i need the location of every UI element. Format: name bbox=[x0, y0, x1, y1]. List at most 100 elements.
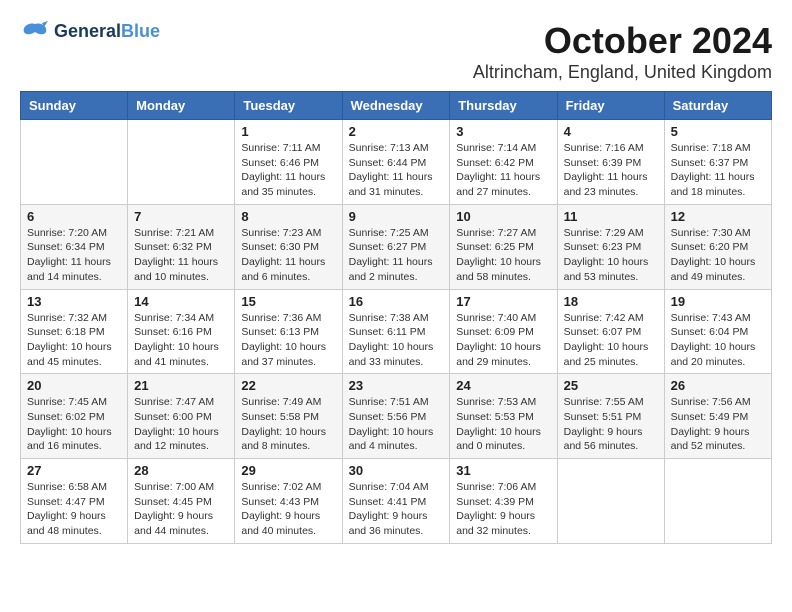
day-number: 3 bbox=[456, 124, 550, 139]
calendar-week-row: 27 Sunrise: 6:58 AM Sunset: 4:47 PM Dayli… bbox=[21, 459, 772, 544]
day-info: Sunrise: 7:56 AM Sunset: 5:49 PM Dayligh… bbox=[671, 395, 765, 454]
day-number: 4 bbox=[564, 124, 658, 139]
day-info: Sunrise: 7:51 AM Sunset: 5:56 PM Dayligh… bbox=[349, 395, 444, 454]
day-number: 19 bbox=[671, 294, 765, 309]
day-info: Sunrise: 7:11 AM Sunset: 6:46 PM Dayligh… bbox=[241, 141, 335, 200]
day-info: Sunrise: 7:55 AM Sunset: 5:51 PM Dayligh… bbox=[564, 395, 658, 454]
table-row: 28Sunrise: 7:00 AM Sunset: 4:45 PM Dayli… bbox=[128, 459, 235, 544]
day-info: Sunrise: 7:06 AM Sunset: 4:39 PM Dayligh… bbox=[456, 480, 550, 539]
calendar-week-row: 1 Sunrise: 7:11 AM Sunset: 6:46 PM Daylig… bbox=[21, 120, 772, 205]
day-info: Sunrise: 7:21 AM Sunset: 6:32 PM Dayligh… bbox=[134, 226, 228, 285]
title-section: October 2024 Altrincham, England, United… bbox=[473, 20, 772, 83]
day-number: 20 bbox=[27, 378, 121, 393]
col-header-sunday: Sunday bbox=[21, 92, 128, 120]
table-row: 27 Sunrise: 6:58 AM Sunset: 4:47 PM Dayli… bbox=[21, 459, 128, 544]
day-info: Sunrise: 6:58 AM Sunset: 4:47 PM Dayligh… bbox=[27, 480, 121, 539]
day-info: Sunrise: 7:20 AM Sunset: 6:34 PM Dayligh… bbox=[27, 226, 121, 285]
table-row: 21 Sunrise: 7:47 AM Sunset: 6:00 PM Dayli… bbox=[128, 374, 235, 459]
day-number: 15 bbox=[241, 294, 335, 309]
day-number: 1 bbox=[241, 124, 335, 139]
day-number: 24 bbox=[456, 378, 550, 393]
table-row: 4 Sunrise: 7:16 AM Sunset: 6:39 PM Daylig… bbox=[557, 120, 664, 205]
table-row: 31Sunrise: 7:06 AM Sunset: 4:39 PM Dayli… bbox=[450, 459, 557, 544]
location-title: Altrincham, England, United Kingdom bbox=[473, 62, 772, 83]
day-info: Sunrise: 7:13 AM Sunset: 6:44 PM Dayligh… bbox=[349, 141, 444, 200]
day-number: 9 bbox=[349, 209, 444, 224]
day-info: Sunrise: 7:32 AM Sunset: 6:18 PM Dayligh… bbox=[27, 311, 121, 370]
day-info: Sunrise: 7:42 AM Sunset: 6:07 PM Dayligh… bbox=[564, 311, 658, 370]
table-row: 19 Sunrise: 7:43 AM Sunset: 6:04 PM Dayli… bbox=[664, 289, 771, 374]
day-info: Sunrise: 7:04 AM Sunset: 4:41 PM Dayligh… bbox=[349, 480, 444, 539]
day-number: 6 bbox=[27, 209, 121, 224]
day-info: Sunrise: 7:38 AM Sunset: 6:11 PM Dayligh… bbox=[349, 311, 444, 370]
table-row: 26 Sunrise: 7:56 AM Sunset: 5:49 PM Dayli… bbox=[664, 374, 771, 459]
day-info: Sunrise: 7:29 AM Sunset: 6:23 PM Dayligh… bbox=[564, 226, 658, 285]
logo-bird-icon bbox=[20, 20, 50, 44]
day-info: Sunrise: 7:00 AM Sunset: 4:45 PM Dayligh… bbox=[134, 480, 228, 539]
table-row: 29 Sunrise: 7:02 AM Sunset: 4:43 PM Dayli… bbox=[235, 459, 342, 544]
col-header-wednesday: Wednesday bbox=[342, 92, 450, 120]
day-number: 26 bbox=[671, 378, 765, 393]
day-info: Sunrise: 7:18 AM Sunset: 6:37 PM Dayligh… bbox=[671, 141, 765, 200]
table-row: 17 Sunrise: 7:40 AM Sunset: 6:09 PM Dayli… bbox=[450, 289, 557, 374]
day-number: 22 bbox=[241, 378, 335, 393]
day-info: Sunrise: 7:45 AM Sunset: 6:02 PM Dayligh… bbox=[27, 395, 121, 454]
day-info: Sunrise: 7:40 AM Sunset: 6:09 PM Dayligh… bbox=[456, 311, 550, 370]
day-number: 21 bbox=[134, 378, 228, 393]
col-header-thursday: Thursday bbox=[450, 92, 557, 120]
day-info: Sunrise: 7:47 AM Sunset: 6:00 PM Dayligh… bbox=[134, 395, 228, 454]
table-row: 2 Sunrise: 7:13 AM Sunset: 6:44 PM Daylig… bbox=[342, 120, 450, 205]
table-row: 15 Sunrise: 7:36 AM Sunset: 6:13 PM Dayli… bbox=[235, 289, 342, 374]
day-number: 30 bbox=[349, 463, 444, 478]
day-info: Sunrise: 7:16 AM Sunset: 6:39 PM Dayligh… bbox=[564, 141, 658, 200]
header-row: Sunday Monday Tuesday Wednesday Thursday… bbox=[21, 92, 772, 120]
day-number: 2 bbox=[349, 124, 444, 139]
day-number: 25 bbox=[564, 378, 658, 393]
day-info: Sunrise: 7:43 AM Sunset: 6:04 PM Dayligh… bbox=[671, 311, 765, 370]
table-row: 25 Sunrise: 7:55 AM Sunset: 5:51 PM Dayli… bbox=[557, 374, 664, 459]
day-info: Sunrise: 7:34 AM Sunset: 6:16 PM Dayligh… bbox=[134, 311, 228, 370]
table-row: 1 Sunrise: 7:11 AM Sunset: 6:46 PM Daylig… bbox=[235, 120, 342, 205]
table-row bbox=[21, 120, 128, 205]
day-info: Sunrise: 7:30 AM Sunset: 6:20 PM Dayligh… bbox=[671, 226, 765, 285]
table-row: 12 Sunrise: 7:30 AM Sunset: 6:20 PM Dayli… bbox=[664, 204, 771, 289]
day-info: Sunrise: 7:02 AM Sunset: 4:43 PM Dayligh… bbox=[241, 480, 335, 539]
header: GeneralBlue October 2024 Altrincham, Eng… bbox=[20, 20, 772, 83]
day-info: Sunrise: 7:53 AM Sunset: 5:53 PM Dayligh… bbox=[456, 395, 550, 454]
calendar-table: Sunday Monday Tuesday Wednesday Thursday… bbox=[20, 91, 772, 544]
day-number: 17 bbox=[456, 294, 550, 309]
col-header-saturday: Saturday bbox=[664, 92, 771, 120]
day-info: Sunrise: 7:36 AM Sunset: 6:13 PM Dayligh… bbox=[241, 311, 335, 370]
table-row: 30 Sunrise: 7:04 AM Sunset: 4:41 PM Dayli… bbox=[342, 459, 450, 544]
table-row: 24 Sunrise: 7:53 AM Sunset: 5:53 PM Dayli… bbox=[450, 374, 557, 459]
day-info: Sunrise: 7:49 AM Sunset: 5:58 PM Dayligh… bbox=[241, 395, 335, 454]
calendar-week-row: 20 Sunrise: 7:45 AM Sunset: 6:02 PM Dayli… bbox=[21, 374, 772, 459]
table-row: 18 Sunrise: 7:42 AM Sunset: 6:07 PM Dayli… bbox=[557, 289, 664, 374]
day-number: 11 bbox=[564, 209, 658, 224]
month-title: October 2024 bbox=[473, 20, 772, 62]
col-header-friday: Friday bbox=[557, 92, 664, 120]
table-row: 3 Sunrise: 7:14 AM Sunset: 6:42 PM Daylig… bbox=[450, 120, 557, 205]
day-number: 29 bbox=[241, 463, 335, 478]
day-number: 10 bbox=[456, 209, 550, 224]
day-number: 14 bbox=[134, 294, 228, 309]
table-row bbox=[128, 120, 235, 205]
table-row bbox=[664, 459, 771, 544]
calendar-week-row: 6 Sunrise: 7:20 AM Sunset: 6:34 PM Daylig… bbox=[21, 204, 772, 289]
calendar-week-row: 13 Sunrise: 7:32 AM Sunset: 6:18 PM Dayli… bbox=[21, 289, 772, 374]
day-info: Sunrise: 7:14 AM Sunset: 6:42 PM Dayligh… bbox=[456, 141, 550, 200]
day-number: 7 bbox=[134, 209, 228, 224]
table-row bbox=[557, 459, 664, 544]
col-header-monday: Monday bbox=[128, 92, 235, 120]
day-number: 18 bbox=[564, 294, 658, 309]
day-number: 16 bbox=[349, 294, 444, 309]
col-header-tuesday: Tuesday bbox=[235, 92, 342, 120]
day-number: 27 bbox=[27, 463, 121, 478]
table-row: 8Sunrise: 7:23 AM Sunset: 6:30 PM Daylig… bbox=[235, 204, 342, 289]
day-number: 12 bbox=[671, 209, 765, 224]
day-number: 5 bbox=[671, 124, 765, 139]
table-row: 11 Sunrise: 7:29 AM Sunset: 6:23 PM Dayli… bbox=[557, 204, 664, 289]
day-number: 13 bbox=[27, 294, 121, 309]
logo-text: GeneralBlue bbox=[54, 22, 160, 42]
table-row: 7 Sunrise: 7:21 AM Sunset: 6:32 PM Daylig… bbox=[128, 204, 235, 289]
